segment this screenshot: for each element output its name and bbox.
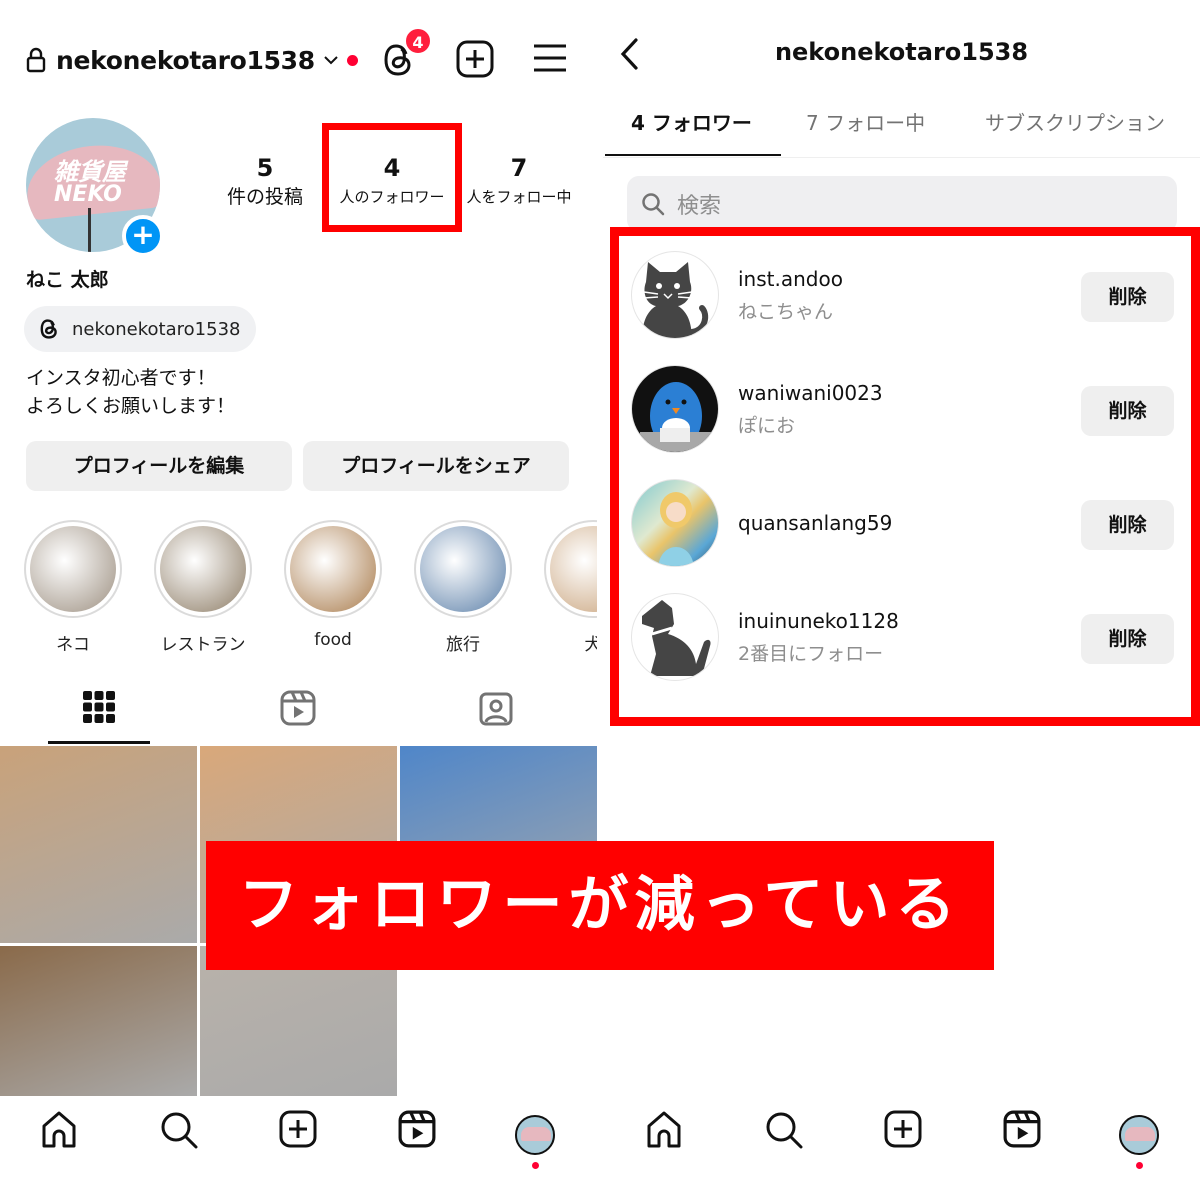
highlight-ring: [414, 520, 512, 618]
highlight-ring: [154, 520, 252, 618]
post-thumbnail[interactable]: [0, 946, 197, 1096]
search-placeholder: 検索: [677, 194, 722, 219]
home-icon[interactable]: [40, 1110, 78, 1150]
search-icon[interactable]: [764, 1110, 804, 1150]
tab-following[interactable]: 7 フォロー中: [806, 106, 925, 158]
add-story-button[interactable]: +: [122, 215, 164, 257]
threads-badge: 4: [404, 27, 432, 55]
highlight-ring: [284, 520, 382, 618]
home-icon[interactable]: [645, 1110, 683, 1150]
notification-dot: [532, 1162, 539, 1169]
reels-icon[interactable]: [1003, 1110, 1041, 1148]
edit-profile-button[interactable]: プロフィールを編集: [26, 441, 292, 491]
reels-tab-icon[interactable]: [280, 690, 316, 726]
tab-subscriptions[interactable]: サブスクリプション: [985, 106, 1165, 158]
highlight-cover: [290, 526, 376, 612]
avatar-umbrella-graphic: [1125, 1127, 1155, 1141]
following-count-value: 7: [510, 154, 528, 182]
caption-banner: フォロワーが減っている: [206, 841, 994, 970]
bio-line: インスタ初心者です！: [26, 367, 216, 389]
highlight-cover: [420, 526, 506, 612]
highlight-item[interactable]: 旅行: [413, 520, 513, 655]
notification-dot: [346, 54, 358, 66]
followers-highlight-box: [322, 123, 462, 232]
highlight-item[interactable]: food: [283, 520, 383, 650]
notification-dot: [1136, 1162, 1143, 1169]
active-tab-indicator: [605, 154, 781, 156]
reels-icon[interactable]: [398, 1110, 436, 1148]
highlight-item[interactable]: レストラン: [153, 520, 253, 655]
avatar-umbrella-graphic: [521, 1127, 551, 1141]
create-icon[interactable]: [884, 1110, 922, 1148]
search-icon: [642, 193, 665, 216]
highlight-item[interactable]: ネコ: [23, 520, 123, 655]
avatar-pole-graphic: [88, 208, 91, 252]
threads-icon: [40, 319, 57, 339]
menu-icon[interactable]: [532, 43, 568, 73]
avatar-text: NEKO: [54, 182, 122, 207]
tab-followers[interactable]: 4 フォロワー: [631, 106, 752, 158]
highlight-cover: [550, 526, 597, 612]
bio: インスタ初心者です！ よろしくお願いします！: [26, 364, 235, 420]
highlight-label: ネコ: [56, 635, 90, 655]
grid-tab-icon[interactable]: [82, 690, 116, 724]
profile-username: nekonekotaro1538: [56, 45, 315, 75]
highlight-item[interactable]: 犬: [543, 520, 597, 655]
highlight-ring: [24, 520, 122, 618]
following-count[interactable]: 7 人をフォロー中: [462, 152, 576, 210]
search-input[interactable]: 検索: [627, 176, 1177, 232]
posts-count[interactable]: 5 件の投稿: [222, 152, 308, 210]
highlight-cover: [30, 526, 116, 612]
profile-tab-avatar[interactable]: [1119, 1115, 1159, 1155]
profile-screen: nekonekotaro1538 4 雑貨屋 NEKO + 5 件の投稿 4 人…: [0, 0, 597, 1183]
posts-count-value: 5: [256, 154, 274, 182]
create-icon[interactable]: [279, 1110, 317, 1148]
bio-line: よろしくお願いします！: [26, 395, 236, 417]
search-icon[interactable]: [159, 1110, 199, 1150]
lock-icon: [26, 47, 46, 73]
chevron-down-icon: [324, 56, 338, 65]
threads-link[interactable]: nekonekotaro1538: [24, 306, 257, 352]
highlight-label: レストラン: [160, 635, 246, 655]
followers-screen: nekonekotaro1538 4 フォロワー 7 フォロー中 サブスクリプシ…: [603, 0, 1200, 1183]
highlight-ring: [544, 520, 597, 618]
tagged-tab-icon[interactable]: [478, 690, 514, 726]
highlight-cover: [160, 526, 246, 612]
posts-count-label: 件の投稿: [226, 186, 303, 208]
profile-tab-avatar[interactable]: [515, 1115, 555, 1155]
following-count-label: 人をフォロー中: [466, 188, 572, 206]
followers-list-highlight-box: [610, 227, 1200, 726]
display-name: ねこ 太郎: [26, 269, 109, 291]
account-switcher[interactable]: nekonekotaro1538: [26, 38, 358, 82]
followers-page-title: nekonekotaro1538: [774, 38, 1029, 66]
active-tab-indicator: [48, 741, 150, 744]
highlight-label: 旅行: [446, 635, 480, 655]
post-thumbnail[interactable]: [0, 746, 197, 943]
create-post-icon[interactable]: [456, 40, 494, 78]
highlight-label: food: [314, 630, 352, 650]
followers-tabs: 4 フォロワー 7 フォロー中 サブスクリプション: [603, 106, 1200, 158]
highlight-label: 犬: [584, 635, 598, 655]
threads-handle: nekonekotaro1538: [72, 318, 241, 340]
share-profile-button[interactable]: プロフィールをシェア: [303, 441, 569, 491]
